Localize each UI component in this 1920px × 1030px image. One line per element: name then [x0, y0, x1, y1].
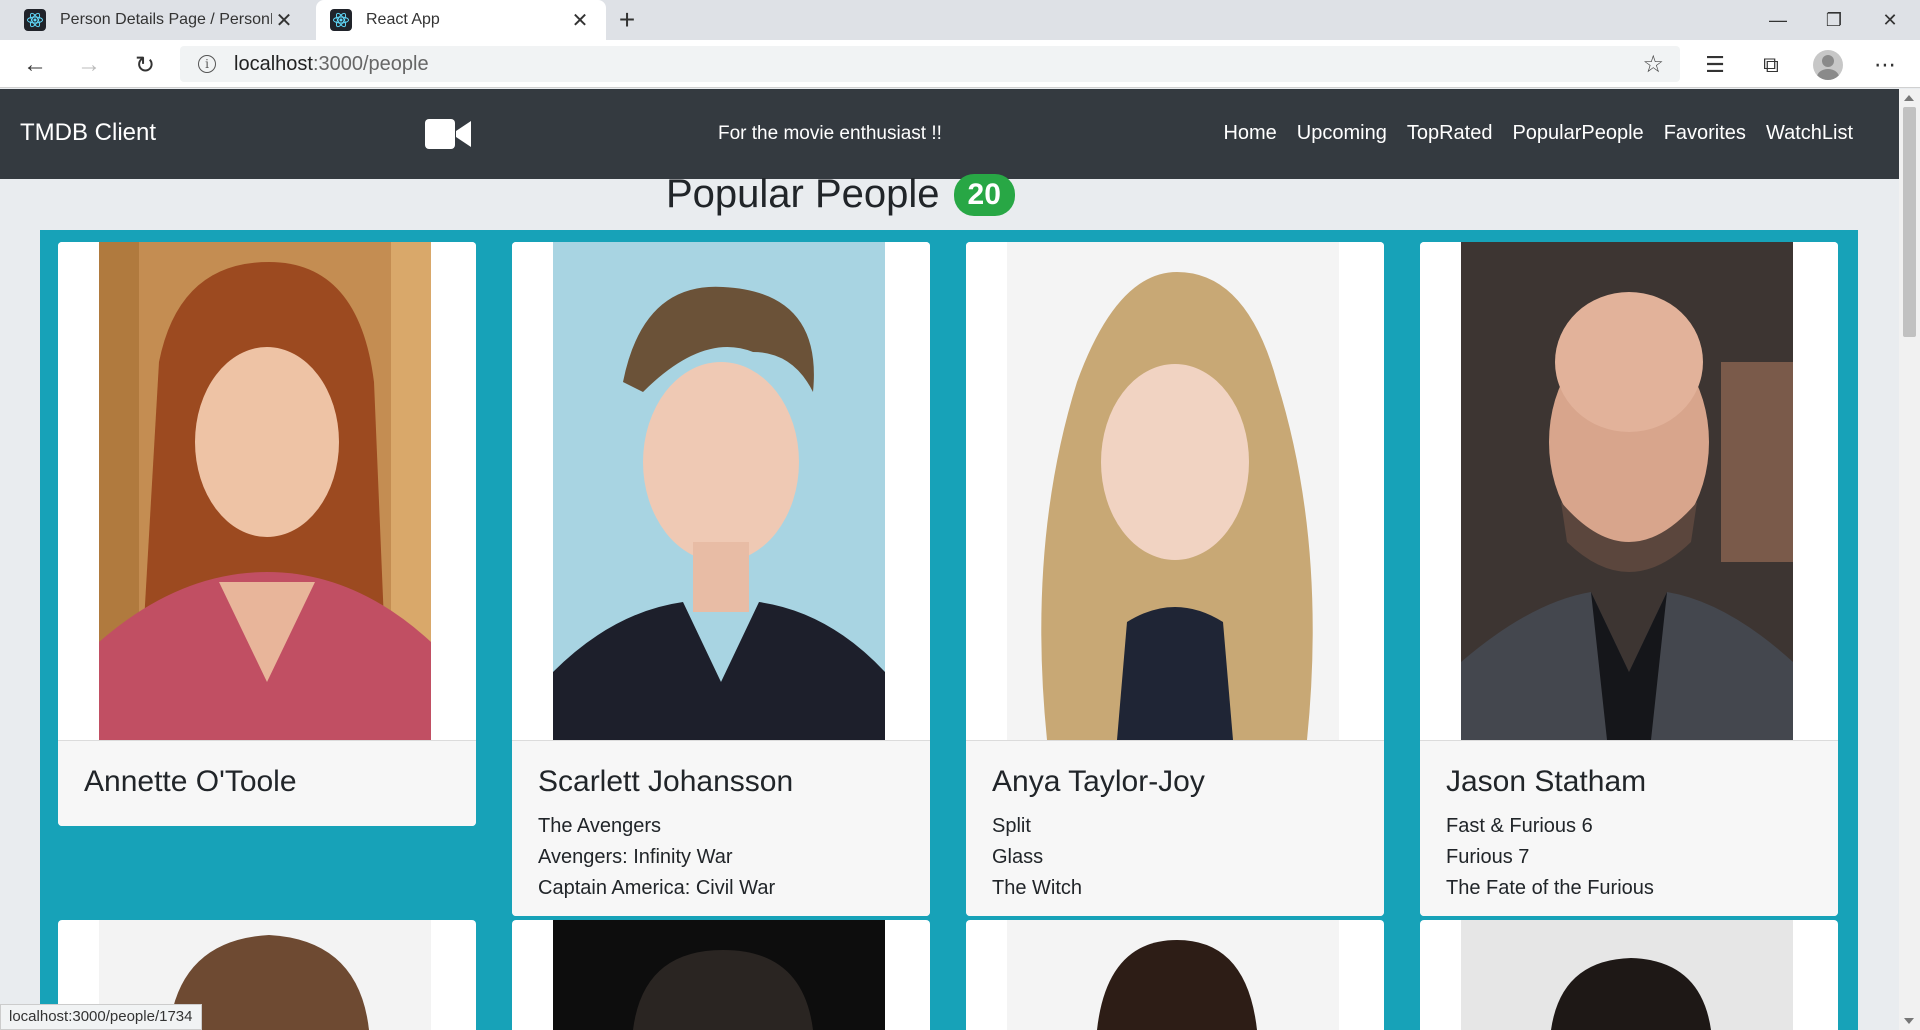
portrait-image — [1461, 242, 1793, 740]
person-name[interactable]: Anya Taylor-Joy — [992, 765, 1358, 799]
count-badge: 20 — [953, 173, 1015, 216]
app-navbar: TMDB Client For the movie enthusiast !! … — [0, 89, 1899, 179]
nav-link-upcoming[interactable]: Upcoming — [1297, 122, 1387, 145]
info-icon[interactable]: i — [198, 55, 216, 73]
nav-link-home[interactable]: Home — [1223, 122, 1276, 145]
react-icon — [24, 9, 46, 31]
portrait-image — [1461, 920, 1793, 1030]
card-body: Annette O'Toole — [58, 740, 476, 826]
person-photo[interactable] — [58, 242, 476, 740]
card-body: Jason Statham Fast & Furious 6 Furious 7… — [1420, 740, 1838, 916]
card-body: Anya Taylor-Joy Split Glass The Witch — [966, 740, 1384, 916]
known-for-item: The Avengers — [538, 815, 662, 837]
browser-tab-strip: Person Details Page / PersonHea ✕ React … — [0, 0, 1920, 40]
page-title: Popular People — [666, 172, 940, 216]
favorites-icon[interactable]: ☰ — [1698, 48, 1732, 82]
person-card[interactable]: Annette O'Toole — [58, 242, 476, 826]
scrollbar-thumb[interactable] — [1903, 107, 1916, 337]
portrait-image — [553, 920, 885, 1030]
person-card[interactable] — [512, 920, 930, 1030]
video-camera-icon — [425, 119, 471, 149]
person-photo[interactable] — [1420, 242, 1838, 740]
profile-avatar[interactable] — [1813, 50, 1843, 80]
collections-icon[interactable]: ⧉ — [1754, 48, 1788, 82]
person-name[interactable]: Jason Statham — [1446, 765, 1812, 799]
nav-link-watchlist[interactable]: WatchList — [1766, 122, 1853, 145]
known-for-item: Glass — [992, 846, 1044, 868]
brand-link[interactable]: TMDB Client — [20, 119, 156, 147]
refresh-icon[interactable]: ↻ — [128, 48, 162, 82]
person-name[interactable]: Annette O'Toole — [84, 765, 450, 799]
more-icon[interactable]: ⋯ — [1868, 48, 1902, 82]
tab-title: Person Details Page / PersonHea — [60, 11, 272, 28]
close-icon[interactable]: ✕ — [272, 8, 296, 33]
person-card[interactable] — [1420, 920, 1838, 1030]
star-icon[interactable]: ☆ — [1642, 50, 1664, 79]
browser-tab-react-app[interactable]: React App ✕ — [316, 0, 606, 40]
known-for-item: Fast & Furious 6 — [1446, 815, 1593, 837]
new-tab-icon[interactable]: + — [612, 4, 642, 36]
nav-link-toprated[interactable]: TopRated — [1407, 122, 1493, 145]
person-photo[interactable] — [512, 242, 930, 740]
browser-tab-person-details[interactable]: Person Details Page / PersonHea ✕ — [10, 0, 310, 40]
back-icon[interactable]: ← — [18, 48, 52, 82]
react-icon — [330, 9, 352, 31]
nav-link-popularpeople[interactable]: PopularPeople — [1512, 122, 1643, 145]
known-for-item: Captain America: Civil War — [538, 877, 776, 899]
page-scrollbar[interactable] — [1899, 89, 1920, 1030]
known-for-item: The Witch — [992, 877, 1083, 899]
person-card[interactable]: Anya Taylor-Joy Split Glass The Witch — [966, 242, 1384, 916]
known-for-item: The Fate of the Furious — [1446, 877, 1654, 899]
close-icon[interactable]: ✕ — [568, 8, 592, 33]
page-heading: Popular People 20 — [666, 172, 1015, 217]
window-close-icon[interactable]: ✕ — [1862, 0, 1918, 40]
people-grid: Annette O'Toole Scarlett Johansson The A… — [40, 230, 1858, 1030]
portrait-image — [1007, 920, 1339, 1030]
person-card[interactable]: Jason Statham Fast & Furious 6 Furious 7… — [1420, 242, 1838, 916]
known-for-item: Furious 7 — [1446, 846, 1530, 868]
portrait-image — [1007, 242, 1339, 740]
person-photo[interactable] — [966, 242, 1384, 740]
known-for-item: Split — [992, 815, 1031, 837]
url-text[interactable]: localhost:3000/people — [234, 53, 429, 76]
scroll-down-icon[interactable] — [1904, 1018, 1914, 1024]
browser-toolbar: ← → ↻ i localhost:3000/people ☆ ☰ ⧉ ⋯ — [0, 40, 1920, 88]
person-card[interactable]: Scarlett Johansson The Avengers Avengers… — [512, 242, 930, 916]
restore-icon[interactable]: ❐ — [1806, 0, 1862, 40]
tagline: For the movie enthusiast !! — [718, 123, 942, 144]
scroll-up-icon[interactable] — [1904, 95, 1914, 101]
tab-title: React App — [366, 11, 440, 28]
card-body: Scarlett Johansson The Avengers Avengers… — [512, 740, 930, 916]
person-card[interactable] — [966, 920, 1384, 1030]
person-name[interactable]: Scarlett Johansson — [538, 765, 904, 799]
known-for-item: Avengers: Infinity War — [538, 846, 733, 868]
minimize-icon[interactable]: — — [1750, 0, 1806, 40]
nav-link-favorites[interactable]: Favorites — [1664, 122, 1746, 145]
main-nav: Home Upcoming TopRated PopularPeople Fav… — [1223, 122, 1853, 145]
forward-icon[interactable]: → — [72, 48, 106, 82]
status-bar: localhost:3000/people/1734 — [0, 1004, 202, 1030]
portrait-image — [99, 242, 431, 740]
address-bar[interactable]: i localhost:3000/people ☆ — [180, 46, 1680, 82]
portrait-image — [553, 242, 885, 740]
